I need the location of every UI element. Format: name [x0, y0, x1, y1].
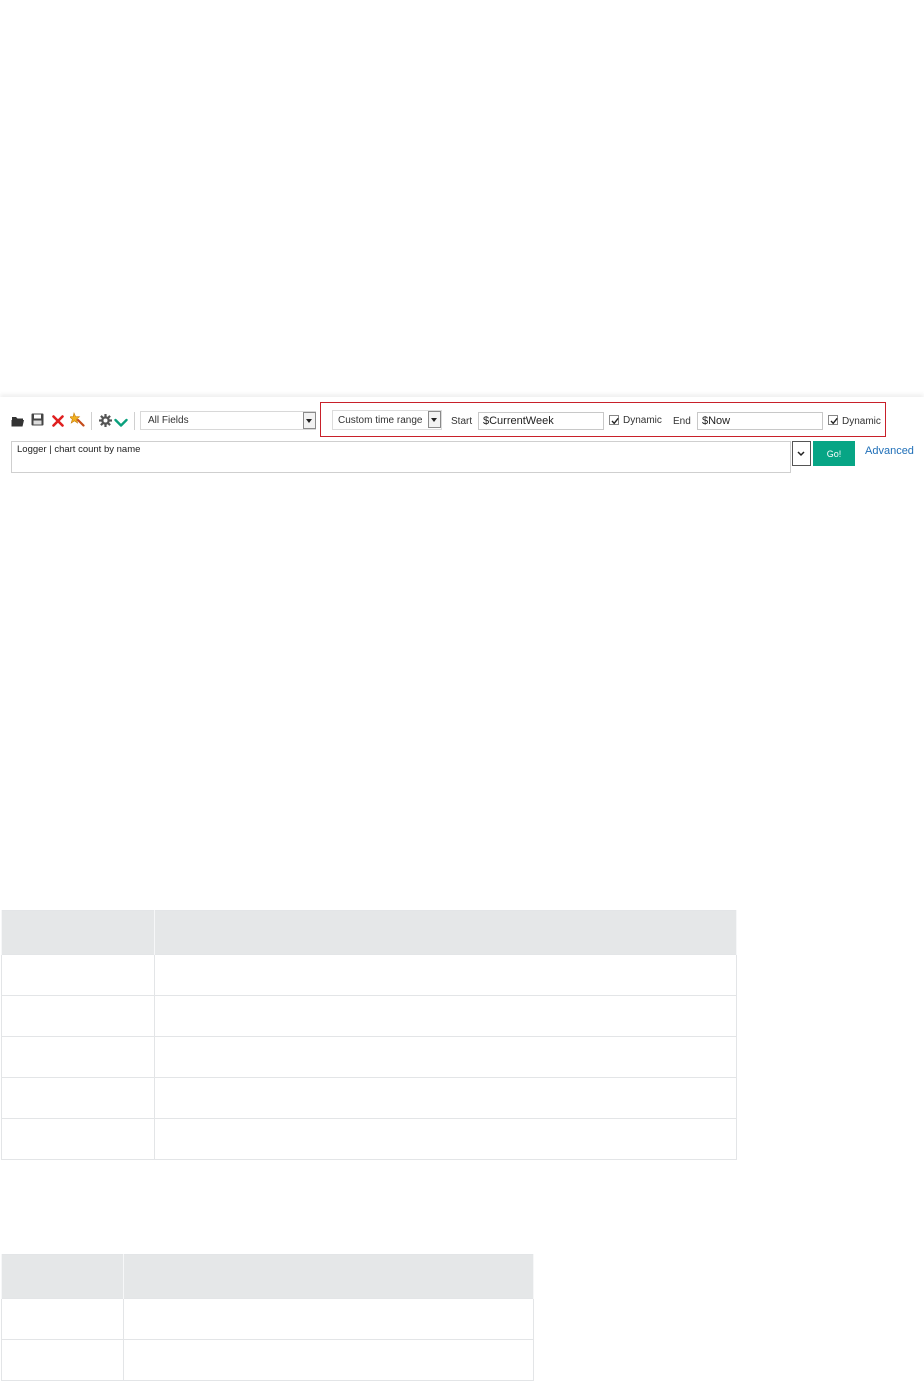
- table-row: [1, 1298, 534, 1340]
- folder-open-icon[interactable]: [11, 414, 25, 432]
- table-cell: [154, 1036, 737, 1078]
- time-range-select-value: Custom time range: [338, 415, 423, 426]
- end-time-input[interactable]: [697, 412, 823, 430]
- table-cell: [154, 1118, 737, 1160]
- table-row: [1, 954, 737, 996]
- table-cell: [123, 1298, 534, 1340]
- advanced-link[interactable]: Advanced: [865, 445, 914, 457]
- table-header-row: [1, 910, 737, 955]
- search-query-input[interactable]: Logger | chart count by name: [11, 441, 791, 473]
- end-label: End: [673, 416, 691, 427]
- go-button[interactable]: Go!: [813, 441, 855, 466]
- table-row: [1, 1118, 737, 1160]
- table-cell: [154, 1077, 737, 1119]
- table-cell: [1, 1339, 124, 1381]
- start-label: Start: [451, 416, 473, 427]
- results-table: [1, 910, 737, 1160]
- start-dynamic-label: Dynamic: [623, 415, 662, 426]
- clear-icon[interactable]: [68, 412, 85, 432]
- field-select-dropdown-button[interactable]: [303, 412, 316, 429]
- table-header-cell: [1, 1254, 124, 1299]
- table-row: [1, 1036, 737, 1078]
- table-cell: [1, 1036, 155, 1078]
- table-cell: [154, 954, 737, 996]
- results-table: [1, 1254, 534, 1381]
- table-header-cell: [154, 910, 737, 955]
- field-select[interactable]: All Fields: [140, 411, 316, 430]
- start-dynamic-checkbox[interactable]: [609, 415, 619, 425]
- table-header-row: [1, 1254, 534, 1299]
- time-range-dropdown-button[interactable]: [428, 411, 441, 428]
- table-header-cell: [123, 1254, 534, 1299]
- table-cell: [154, 995, 737, 1037]
- table-header-cell: [1, 910, 155, 955]
- table-cell: [1, 995, 155, 1037]
- query-history-button[interactable]: [792, 441, 811, 466]
- toolbar-divider: [91, 412, 92, 430]
- table-cell: [123, 1339, 534, 1381]
- table-cell: [1, 1298, 124, 1340]
- settings-icon[interactable]: [99, 414, 112, 432]
- end-dynamic-checkbox[interactable]: [828, 415, 838, 425]
- delete-icon[interactable]: [52, 414, 64, 432]
- table-cell: [1, 1118, 155, 1160]
- table-cell: [1, 954, 155, 996]
- field-select-value: All Fields: [148, 415, 189, 426]
- toolbar-divider: [134, 412, 135, 430]
- end-dynamic-label: Dynamic: [842, 416, 881, 427]
- table-row: [1, 1339, 534, 1381]
- time-range-select[interactable]: Custom time range: [332, 410, 442, 430]
- chevron-down-icon[interactable]: [114, 415, 128, 433]
- start-time-input[interactable]: [478, 412, 604, 430]
- table-row: [1, 1077, 737, 1119]
- save-icon[interactable]: [31, 413, 44, 431]
- table-cell: [1, 1077, 155, 1119]
- table-row: [1, 995, 737, 1037]
